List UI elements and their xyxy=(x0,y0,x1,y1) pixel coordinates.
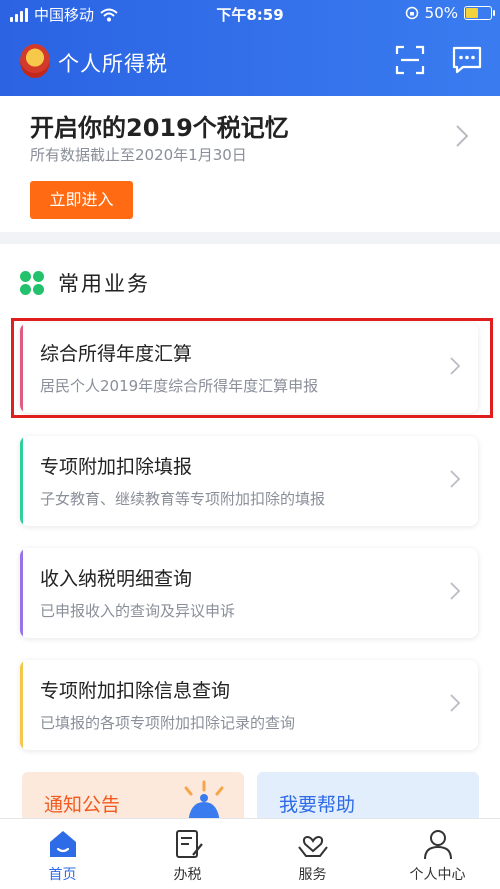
nav-bar: 个人所得税 xyxy=(0,40,500,84)
memory-banner[interactable]: 开启你的2019个税记忆 所有数据截止至2020年1月30日 立即进入 xyxy=(0,96,500,232)
chevron-right-icon xyxy=(450,694,460,712)
tab-label: 个人中心 xyxy=(409,867,466,883)
banner-title: 开启你的2019个税记忆 xyxy=(30,114,289,142)
card-subtitle: 已填报的各项专项附加扣除记录的查询 xyxy=(40,714,296,732)
tab-home[interactable]: 首页 xyxy=(0,819,125,889)
bottom-tab-bar: 首页 办税 服务 个人中心 xyxy=(0,818,500,889)
top-bar: 中国移动 下午8:59 50% 个人所得税 xyxy=(0,0,500,96)
notice-label: 通知公告 xyxy=(44,794,121,816)
help-label: 我要帮助 xyxy=(279,794,356,816)
enter-now-button[interactable]: 立即进入 xyxy=(30,181,133,219)
chevron-right-icon xyxy=(456,125,469,147)
card-title: 专项附加扣除填报 xyxy=(40,456,193,478)
heart-hands-icon xyxy=(297,836,328,857)
card-special-deduction-query[interactable]: 专项附加扣除信息查询 已填报的各项专项附加扣除记录的查询 xyxy=(20,660,478,750)
tab-service[interactable]: 服务 xyxy=(250,819,375,889)
card-accent xyxy=(20,548,23,638)
card-special-deduction-filing[interactable]: 专项附加扣除填报 子女教育、继续教育等专项附加扣除的填报 xyxy=(20,436,478,526)
section-title: 常用业务 xyxy=(58,272,150,296)
card-subtitle: 已申报收入的查询及异议申诉 xyxy=(40,602,236,620)
app-title: 个人所得税 xyxy=(58,52,168,76)
message-icon[interactable] xyxy=(451,45,483,75)
chevron-right-icon xyxy=(450,470,460,488)
banner-subtitle: 所有数据截止至2020年1月30日 xyxy=(30,146,247,164)
battery-icon xyxy=(464,6,495,20)
status-bar: 中国移动 下午8:59 50% xyxy=(0,0,500,28)
battery-percent: 50% xyxy=(424,4,458,22)
tab-label: 首页 xyxy=(48,867,77,883)
help-tile[interactable]: 我要帮助 xyxy=(257,772,479,824)
rotation-lock-icon xyxy=(405,6,418,20)
card-title: 专项附加扣除信息查询 xyxy=(40,680,231,702)
chevron-right-icon xyxy=(450,582,460,600)
clover-icon xyxy=(20,271,44,295)
tax-form-icon xyxy=(175,830,203,858)
tab-profile[interactable]: 个人中心 xyxy=(375,819,500,889)
tab-tax[interactable]: 办税 xyxy=(125,819,250,889)
card-income-tax-detail[interactable]: 收入纳税明细查询 已申报收入的查询及异议申诉 xyxy=(20,548,478,638)
tab-label: 办税 xyxy=(173,867,202,883)
card-accent xyxy=(20,436,23,526)
card-accent xyxy=(20,660,23,750)
person-icon xyxy=(423,830,452,860)
notice-tile[interactable]: 通知公告 xyxy=(22,772,244,824)
tax-emblem-logo xyxy=(20,44,50,78)
scan-icon[interactable] xyxy=(395,45,425,75)
home-icon xyxy=(49,831,76,857)
highlight-frame xyxy=(11,318,493,418)
card-subtitle: 子女教育、继续教育等专项附加扣除的填报 xyxy=(40,490,326,508)
tab-label: 服务 xyxy=(298,867,327,883)
card-title: 收入纳税明细查询 xyxy=(40,568,193,590)
